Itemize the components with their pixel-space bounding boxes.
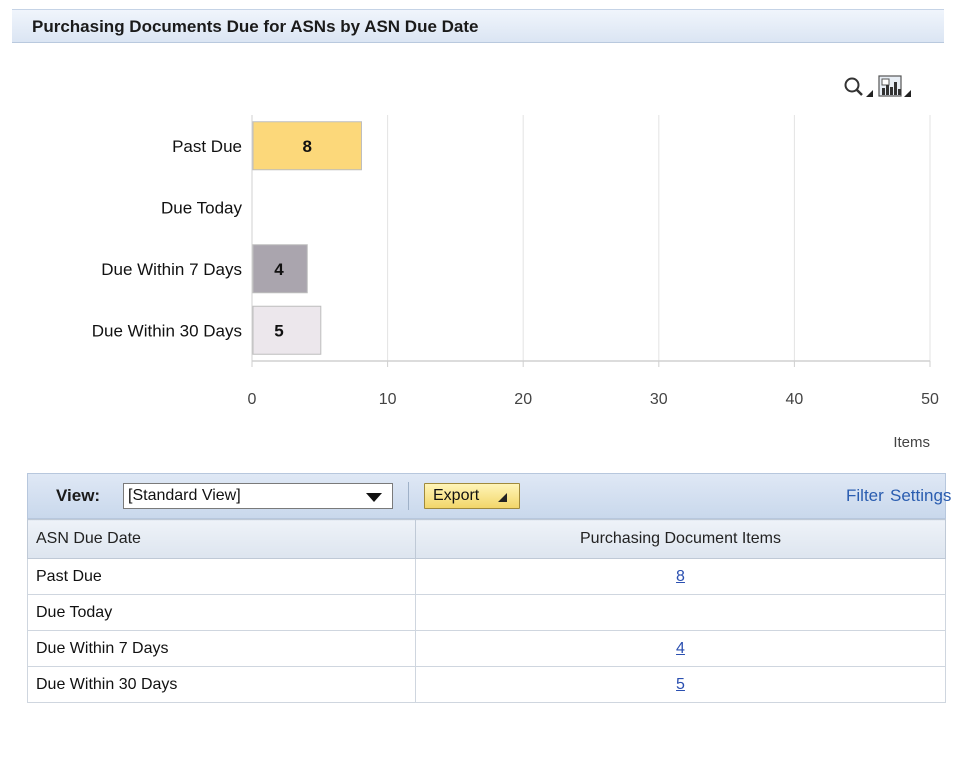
view-select-value: [Standard View] (128, 487, 241, 504)
x-axis-title: Items (893, 434, 930, 451)
header-bar: Purchasing Documents Due for ASNs by ASN… (12, 9, 944, 43)
data-label: 4 (274, 260, 284, 279)
category-label: Due Today (161, 198, 242, 217)
items-cell (415, 594, 946, 631)
items-link[interactable]: 4 (676, 640, 685, 657)
magnifier-icon[interactable] (842, 74, 876, 105)
view-select[interactable]: [Standard View] (123, 483, 393, 509)
asn-due-date-cell: Due Within 7 Days (27, 630, 416, 667)
settings-link[interactable]: Settings (890, 486, 951, 506)
category-label: Due Within 7 Days (101, 260, 242, 279)
table-row: Due Today (27, 594, 946, 631)
chart-settings-icon[interactable] (878, 74, 934, 105)
column-header-asn-due-date[interactable]: ASN Due Date (27, 519, 416, 559)
table-toolbar: View: [Standard View] Export Filter Sett… (27, 473, 951, 519)
bar (252, 305, 322, 355)
dropdown-triangle-icon (498, 493, 507, 502)
category-label: Past Due (172, 137, 242, 156)
x-tick-label: 20 (514, 391, 532, 408)
table-row: Due Within 7 Days 4 (27, 630, 946, 667)
results-table: ASN Due Date Purchasing Document Items P… (27, 519, 946, 703)
export-label: Export (433, 487, 480, 504)
x-tick-label: 30 (650, 391, 668, 408)
view-label: View: (56, 486, 101, 505)
chart-toolbar (842, 74, 934, 104)
x-tick-label: 0 (248, 391, 257, 408)
x-tick-label: 40 (786, 391, 804, 408)
items-cell: 8 (415, 558, 946, 595)
toolbar-divider (408, 482, 409, 510)
export-button[interactable]: Export (424, 483, 520, 509)
asn-due-date-cell: Due Today (27, 594, 416, 631)
items-link[interactable]: 5 (676, 676, 685, 693)
category-label: Due Within 30 Days (92, 321, 242, 340)
x-tick-label: 10 (379, 391, 397, 408)
items-cell: 5 (415, 666, 946, 703)
table-header-row: ASN Due Date Purchasing Document Items (27, 519, 946, 559)
column-header-purchasing-document-items[interactable]: Purchasing Document Items (415, 519, 946, 559)
asn-due-date-cell: Past Due (27, 558, 416, 595)
items-cell: 4 (415, 630, 946, 667)
bar-chart: 0 10 20 30 40 50 Past Due 8 Due Today Due Within … (92, 115, 939, 451)
x-tick-label: 50 (921, 391, 939, 408)
chevron-down-icon[interactable] (366, 493, 382, 502)
table-row: Due Within 30 Days 5 (27, 666, 946, 703)
page-title: Purchasing Documents Due for ASNs by ASN… (32, 17, 479, 36)
filter-link[interactable]: Filter (846, 486, 884, 506)
data-label: 5 (274, 321, 283, 340)
table-row: Past Due 8 (27, 558, 946, 595)
asn-due-date-cell: Due Within 30 Days (27, 666, 416, 703)
data-label: 8 (303, 137, 312, 156)
items-link[interactable]: 8 (676, 568, 685, 585)
